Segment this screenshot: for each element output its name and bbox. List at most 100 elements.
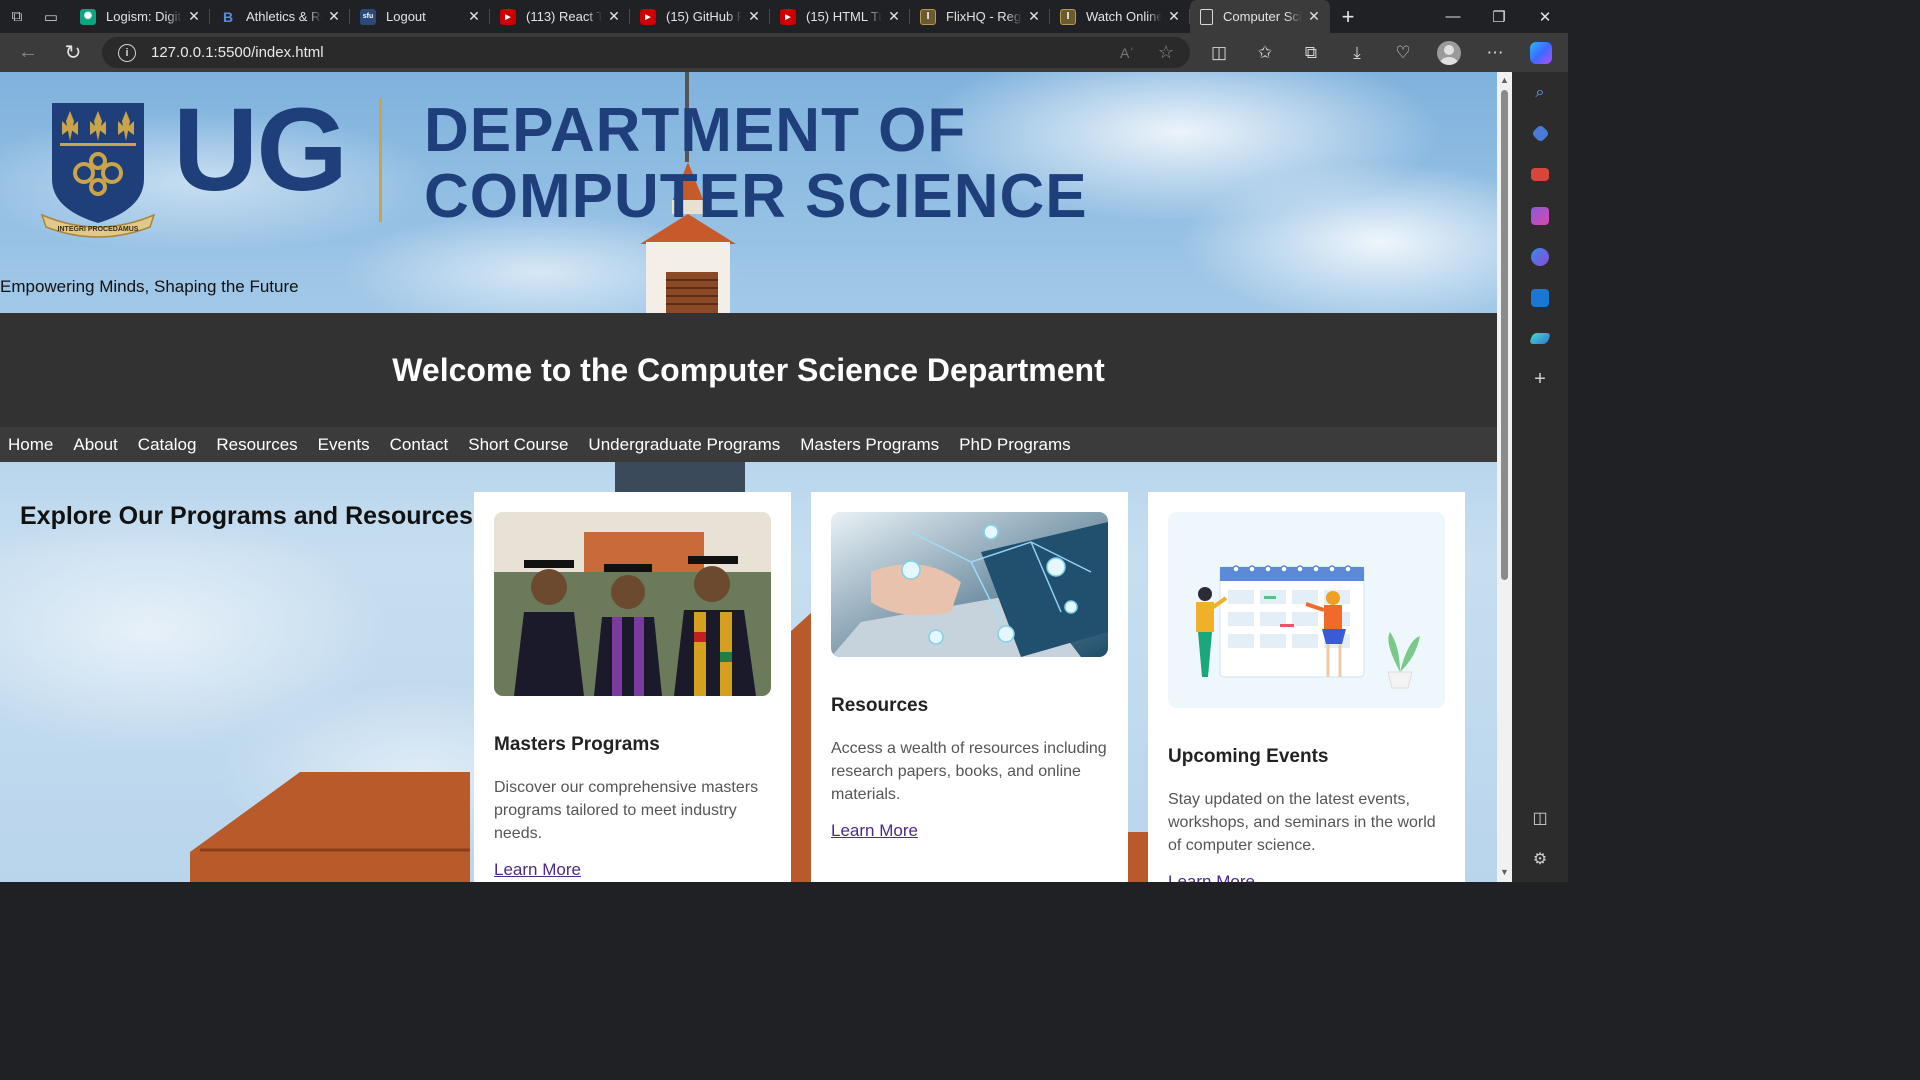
flixhq-icon: I (920, 8, 936, 25)
site-info-icon[interactable]: i (118, 43, 136, 62)
tab-title: (113) React Tutorial (526, 9, 602, 24)
sakai-icon: sfu (360, 8, 376, 25)
copilot-icon[interactable] (1518, 33, 1564, 72)
page-scrollbar[interactable]: ▲ ▼ (1497, 72, 1512, 882)
browser-tab-active[interactable]: Computer Science ✕ (1190, 0, 1330, 33)
refresh-icon[interactable]: ↻ (51, 33, 95, 72)
nav-masters-programs[interactable]: Masters Programs (800, 435, 939, 455)
close-icon[interactable]: ✕ (1026, 8, 1042, 25)
learn-more-link[interactable]: Learn More (1168, 872, 1255, 882)
close-icon[interactable]: ✕ (1306, 8, 1322, 25)
toolbar-icons: ◫ ✩ ⧉ ⤓ ♡ ⋯ (1196, 33, 1564, 72)
drop-send-icon[interactable] (1512, 318, 1568, 359)
favorite-star-icon[interactable]: ☆ (1158, 42, 1174, 63)
browser-tab[interactable]: ▶ (15) HTML Tutorial ✕ (770, 0, 910, 33)
main-nav: Home About Catalog Resources Events Cont… (0, 427, 1497, 462)
close-icon[interactable]: ✕ (466, 8, 482, 25)
events-card: Upcoming Events Stay updated on the late… (1148, 492, 1465, 882)
welcome-heading: Welcome to the Computer Science Departme… (392, 351, 1105, 388)
address-bar[interactable]: i 127.0.0.1:5500/index.html Aʾ ☆ (102, 37, 1190, 68)
browser-tab[interactable]: ✺ Logism: Digital ✕ (70, 0, 210, 33)
close-icon[interactable]: ✕ (886, 8, 902, 25)
tab-title: Computer Science (1223, 9, 1302, 24)
favorites-icon[interactable]: ✩ (1242, 33, 1288, 72)
back-arrow-icon[interactable]: ← (6, 33, 50, 72)
sidebar-toggle-icon[interactable]: ◫ (1512, 797, 1568, 838)
scroll-up-icon[interactable]: ▲ (1500, 76, 1509, 85)
youtube-icon: ▶ (780, 8, 796, 25)
youtube-icon: ▶ (500, 8, 516, 25)
card-title: Upcoming Events (1168, 746, 1329, 767)
browser-tab[interactable]: I Watch Online ✕ (1050, 0, 1190, 33)
learn-more-link[interactable]: Learn More (494, 860, 581, 880)
scroll-down-icon[interactable]: ▼ (1500, 868, 1509, 877)
card-title: Resources (831, 695, 929, 716)
search-icon[interactable]: ⌕ (1512, 72, 1568, 113)
close-icon[interactable]: ✕ (746, 8, 762, 25)
browser-tab[interactable]: ▶ (113) React Tutorial ✕ (490, 0, 630, 33)
copilot-sidebar-icon[interactable] (1512, 236, 1568, 277)
tab-actions-icon[interactable]: ▭ (34, 0, 68, 33)
downloads-icon[interactable]: ⤓ (1334, 33, 1380, 72)
nav-short-course[interactable]: Short Course (468, 435, 568, 455)
workspaces-icon[interactable]: ⧉ (0, 0, 34, 33)
browser-tab[interactable]: B Athletics & Rec ✕ (210, 0, 350, 33)
dept-title-line-1: DEPARTMENT OF (424, 96, 967, 165)
games-icon[interactable] (1512, 195, 1568, 236)
browser-tab[interactable]: I FlixHQ - Regular ✕ (910, 0, 1050, 33)
nav-undergraduate-programs[interactable]: Undergraduate Programs (588, 435, 780, 455)
browser-tab[interactable]: ▶ (15) GitHub Pages ✕ (630, 0, 770, 33)
window-close-icon[interactable]: ✕ (1522, 0, 1568, 33)
nav-contact[interactable]: Contact (390, 435, 449, 455)
department-title: DEPARTMENT OF COMPUTER SCIENCE (424, 98, 1088, 230)
laptop-network-image (831, 512, 1108, 657)
chatgpt-icon: ✺ (80, 8, 96, 25)
tools-briefcase-icon[interactable] (1512, 154, 1568, 195)
nav-phd-programs[interactable]: PhD Programs (959, 435, 1070, 455)
close-icon[interactable]: ✕ (326, 8, 342, 25)
avatar (1437, 40, 1461, 65)
nav-catalog[interactable]: Catalog (138, 435, 197, 455)
outlook-icon[interactable] (1512, 277, 1568, 318)
youtube-icon: ▶ (640, 8, 656, 25)
browser-tab-bar: ⧉ ▭ ✺ Logism: Digital ✕ B Athletics & Re… (0, 0, 1568, 33)
collections-icon[interactable]: ⧉ (1288, 33, 1334, 72)
url-text[interactable]: 127.0.0.1:5500/index.html (151, 44, 324, 61)
restore-icon[interactable]: ❐ (1476, 0, 1522, 33)
close-icon[interactable]: ✕ (1166, 8, 1182, 25)
close-icon[interactable]: ✕ (186, 8, 202, 25)
card-description: Discover our comprehensive masters progr… (494, 779, 759, 842)
scroll-thumb[interactable] (1501, 90, 1508, 580)
close-icon[interactable]: ✕ (606, 8, 622, 25)
shopping-tag-icon[interactable] (1512, 113, 1568, 154)
settings-gear-icon[interactable]: ⚙ (1512, 838, 1568, 879)
tab-title: (15) GitHub Pages (666, 9, 742, 24)
nav-about[interactable]: About (73, 435, 117, 455)
web-page: INTEGRI PROCEDAMUS UG DEPARTMENT OF COMP… (0, 72, 1497, 882)
more-options-icon[interactable]: ⋯ (1472, 33, 1518, 72)
split-screen-icon[interactable]: ◫ (1196, 33, 1242, 72)
nav-home[interactable]: Home (8, 435, 53, 455)
ug-crest-logo: INTEGRI PROCEDAMUS (40, 103, 156, 238)
read-aloud-icon[interactable]: Aʾ (1120, 45, 1134, 61)
profile-avatar[interactable] (1426, 33, 1472, 72)
edge-sidebar: ⌕ + ◫ ⚙ (1512, 72, 1568, 882)
card-description: Stay updated on the latest events, works… (1168, 791, 1436, 854)
welcome-banner: Welcome to the Computer Science Departme… (0, 313, 1497, 427)
flixhq-icon: I (1060, 8, 1076, 25)
graduates-image (494, 512, 771, 696)
new-tab-button[interactable]: + (1330, 0, 1366, 33)
tab-title: Logism: Digital (106, 9, 182, 24)
section-title: Explore Our Programs and Resources (20, 502, 473, 530)
browser-tab[interactable]: sfu Logout ✕ (350, 0, 490, 33)
copilot-logo (1530, 41, 1552, 64)
nav-resources[interactable]: Resources (216, 435, 297, 455)
tab-title: Athletics & Rec (246, 9, 322, 24)
card-title: Masters Programs (494, 734, 660, 755)
nav-events[interactable]: Events (318, 435, 370, 455)
add-icon[interactable]: + (1512, 359, 1568, 400)
logo-divider (379, 98, 382, 222)
browser-essentials-icon[interactable]: ♡ (1380, 33, 1426, 72)
learn-more-link[interactable]: Learn More (831, 821, 918, 841)
minimize-icon[interactable]: — (1430, 0, 1476, 33)
